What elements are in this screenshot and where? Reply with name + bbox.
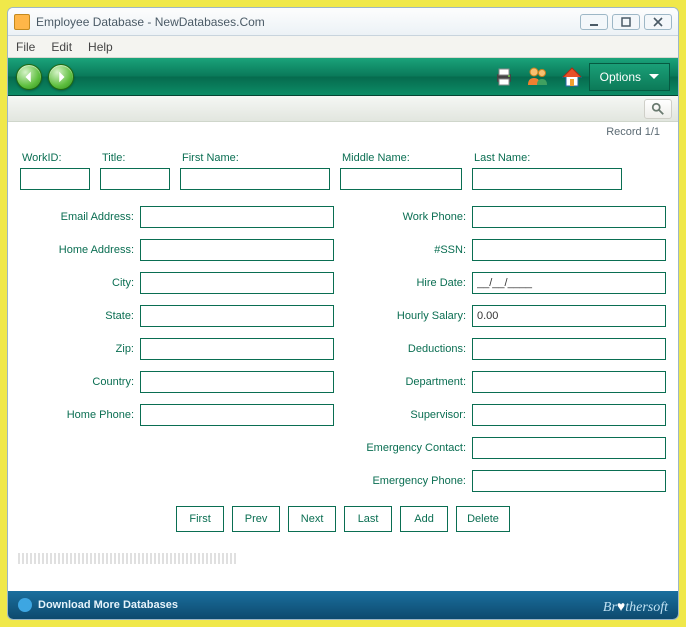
title-label: Title:	[100, 152, 170, 164]
email-input[interactable]	[140, 206, 334, 228]
country-input[interactable]	[140, 371, 334, 393]
home-address-label: Home Address:	[20, 244, 140, 256]
department-input[interactable]	[472, 371, 666, 393]
left-column: Email Address: Home Address: City: State…	[20, 206, 334, 492]
forward-button[interactable]	[48, 64, 74, 90]
email-label: Email Address:	[20, 211, 140, 223]
form-area: Record 1/1 WorkID: Title: First Name: Mi…	[8, 122, 678, 591]
record-counter: Record 1/1	[606, 126, 660, 138]
window-title: Employee Database - NewDatabases.Com	[36, 15, 580, 29]
download-icon	[18, 598, 32, 612]
app-window: Employee Database - NewDatabases.Com Fil…	[7, 7, 679, 620]
middle-name-label: Middle Name:	[340, 152, 462, 164]
back-button[interactable]	[16, 64, 42, 90]
menu-edit[interactable]: Edit	[51, 40, 72, 54]
middle-name-input[interactable]	[340, 168, 462, 190]
workid-input[interactable]	[20, 168, 90, 190]
options-button[interactable]: Options	[589, 63, 670, 91]
search-strip	[8, 96, 678, 122]
work-phone-label: Work Phone:	[352, 211, 472, 223]
maximize-button[interactable]	[612, 14, 640, 30]
ssn-label: #SSN:	[352, 244, 472, 256]
title-input[interactable]	[100, 168, 170, 190]
print-icon[interactable]	[490, 63, 518, 91]
close-button[interactable]	[644, 14, 672, 30]
home-phone-input[interactable]	[140, 404, 334, 426]
supervisor-label: Supervisor:	[352, 409, 472, 421]
decorative-noise	[18, 553, 238, 564]
record-nav: First Prev Next Last Add Delete	[20, 506, 666, 532]
state-label: State:	[20, 310, 140, 322]
home-phone-label: Home Phone:	[20, 409, 140, 421]
hire-date-label: Hire Date:	[352, 277, 472, 289]
prev-button[interactable]: Prev	[232, 506, 280, 532]
brothersoft-watermark: Br♥thersoft	[603, 600, 668, 616]
workid-label: WorkID:	[20, 152, 90, 164]
last-button[interactable]: Last	[344, 506, 392, 532]
last-name-input[interactable]	[472, 168, 622, 190]
search-button[interactable]	[644, 99, 672, 119]
ssn-input[interactable]	[472, 239, 666, 261]
first-name-input[interactable]	[180, 168, 330, 190]
titlebar: Employee Database - NewDatabases.Com	[8, 8, 678, 36]
screenshot-border: Employee Database - NewDatabases.Com Fil…	[0, 0, 686, 627]
hourly-salary-label: Hourly Salary:	[352, 310, 472, 322]
emergency-phone-label: Emergency Phone:	[352, 475, 472, 487]
menu-help[interactable]: Help	[88, 40, 113, 54]
identity-row: WorkID: Title: First Name: Middle Name: …	[20, 152, 666, 190]
right-column: Work Phone: #SSN: Hire Date: Hourly Sala…	[352, 206, 666, 492]
toolbar: Options	[8, 58, 678, 96]
app-icon	[14, 14, 30, 30]
work-phone-input[interactable]	[472, 206, 666, 228]
city-input[interactable]	[140, 272, 334, 294]
emergency-contact-label: Emergency Contact:	[352, 442, 472, 454]
department-label: Department:	[352, 376, 472, 388]
zip-label: Zip:	[20, 343, 140, 355]
hire-date-input[interactable]	[472, 272, 666, 294]
city-label: City:	[20, 277, 140, 289]
first-button[interactable]: First	[176, 506, 224, 532]
minimize-button[interactable]	[580, 14, 608, 30]
options-label: Options	[600, 70, 641, 84]
home-address-input[interactable]	[140, 239, 334, 261]
country-label: Country:	[20, 376, 140, 388]
details-columns: Email Address: Home Address: City: State…	[20, 206, 666, 492]
menu-file[interactable]: File	[16, 40, 35, 54]
deductions-label: Deductions:	[352, 343, 472, 355]
zip-input[interactable]	[140, 338, 334, 360]
home-icon[interactable]	[558, 63, 586, 91]
deductions-input[interactable]	[472, 338, 666, 360]
menubar: File Edit Help	[8, 36, 678, 58]
statusbar: Download More Databases Br♥thersoft	[8, 591, 678, 619]
state-input[interactable]	[140, 305, 334, 327]
hourly-salary-input[interactable]	[472, 305, 666, 327]
window-buttons	[580, 14, 672, 30]
emergency-phone-input[interactable]	[472, 470, 666, 492]
delete-button[interactable]: Delete	[456, 506, 510, 532]
next-button[interactable]: Next	[288, 506, 336, 532]
download-more-link[interactable]: Download More Databases	[38, 599, 178, 611]
add-button[interactable]: Add	[400, 506, 448, 532]
first-name-label: First Name:	[180, 152, 330, 164]
chevron-down-icon	[649, 74, 659, 79]
supervisor-input[interactable]	[472, 404, 666, 426]
emergency-contact-input[interactable]	[472, 437, 666, 459]
last-name-label: Last Name:	[472, 152, 622, 164]
users-icon[interactable]	[524, 63, 552, 91]
